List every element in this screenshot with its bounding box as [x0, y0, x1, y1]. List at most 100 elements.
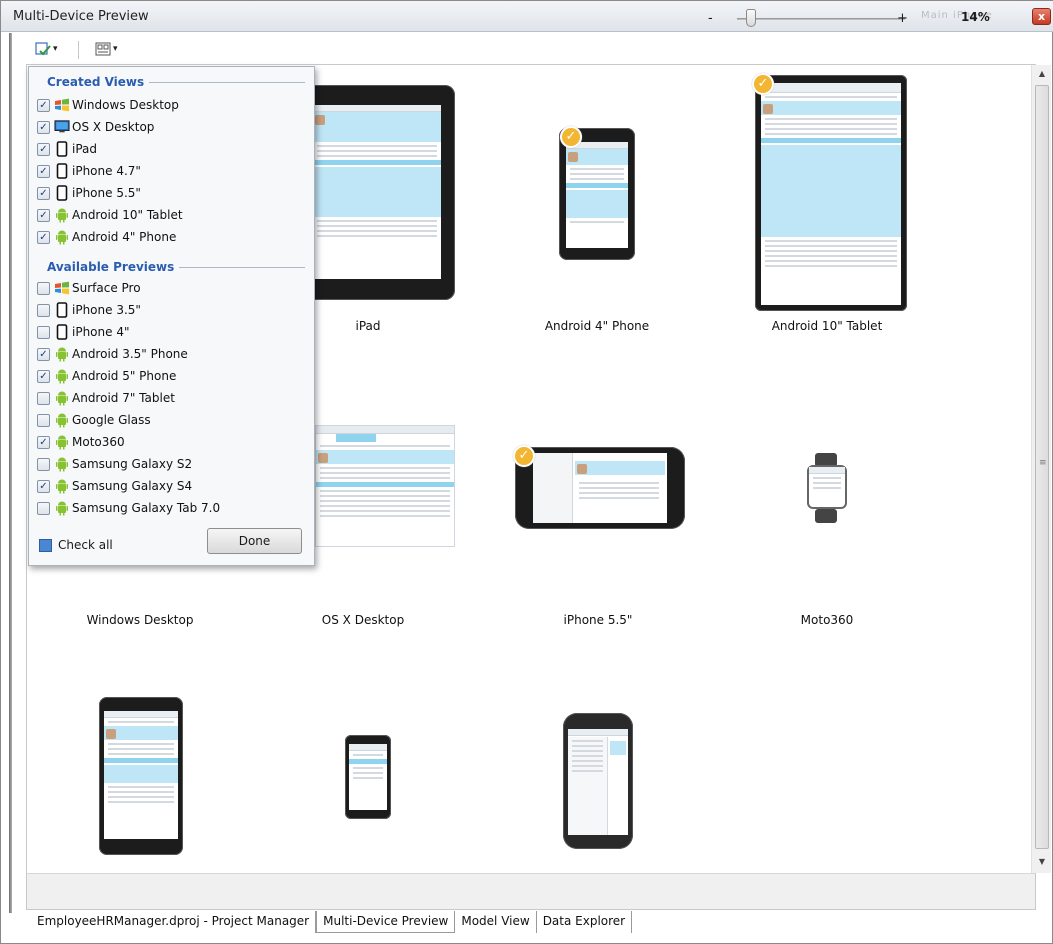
zoom-slider-thumb[interactable]: [746, 9, 757, 27]
android-icon: [54, 390, 70, 406]
zoom-bar: [27, 873, 1035, 909]
device-checkbox[interactable]: [37, 391, 50, 405]
preview-label-moto360: Moto360: [800, 613, 854, 627]
close-button[interactable]: x: [1032, 8, 1051, 25]
osx-desktop-device-preview[interactable]: [315, 425, 455, 547]
android-icon: [54, 478, 70, 494]
device-checkbox[interactable]: [37, 281, 50, 295]
available-preview-item[interactable]: ✓ Android 3.5" Phone: [37, 345, 188, 363]
moto360-device-preview[interactable]: [803, 453, 851, 525]
check-all-label: Check all: [58, 538, 113, 552]
device-checkbox[interactable]: ✓: [37, 142, 50, 156]
device-label: iPhone 3.5": [72, 303, 141, 317]
device-checkbox[interactable]: ✓: [37, 230, 50, 244]
scrollbar-thumb[interactable]: ≡: [1035, 85, 1049, 849]
device-label: iPhone 5.5": [72, 186, 141, 200]
device-checkbox[interactable]: ✓: [37, 164, 50, 178]
available-preview-item[interactable]: Surface Pro: [37, 279, 141, 297]
device-label: Samsung Galaxy Tab 7.0: [72, 501, 221, 515]
zoom-in-button[interactable]: +: [897, 11, 908, 26]
toolbar-separator: [78, 41, 79, 59]
ipad-device-preview[interactable]: [297, 85, 455, 300]
preview-label-windows-desktop: Windows Desktop: [86, 613, 194, 627]
views-selector-button[interactable]: ▾: [35, 38, 58, 60]
tab-data-explorer[interactable]: Data Explorer: [537, 911, 633, 933]
title-bar: Multi-Device Preview Main iPhone x: [1, 1, 1053, 32]
bottom-tab-strip: EmployeeHRManager.dproj - Project Manage…: [31, 911, 633, 933]
toolbar: ▾ ▾: [29, 34, 1039, 64]
created-view-item[interactable]: ✓ iPad: [37, 140, 97, 158]
created-view-item[interactable]: ✓ Windows Desktop: [37, 96, 179, 114]
device-label: OS X Desktop: [72, 120, 155, 134]
left-frame-rule: [9, 33, 12, 913]
available-preview-item[interactable]: ✓ Moto360: [37, 433, 125, 451]
views-check-icon: [35, 42, 51, 56]
device-checkbox[interactable]: ✓: [37, 435, 50, 449]
device-checkbox[interactable]: [37, 501, 50, 515]
available-preview-item[interactable]: ✓ Samsung Galaxy S4: [37, 477, 192, 495]
layout-selector-button[interactable]: ▾: [95, 38, 118, 60]
tab-project-manager[interactable]: EmployeeHRManager.dproj - Project Manage…: [31, 911, 317, 933]
tab-model-view[interactable]: Model View: [455, 911, 537, 933]
tab-multi-device-preview[interactable]: Multi-Device Preview: [316, 911, 456, 933]
preview-label-osx-desktop: OS X Desktop: [321, 613, 405, 627]
phone-outline-icon: [54, 163, 70, 179]
device-label: Moto360: [72, 435, 125, 449]
iphone-5-5-device-preview[interactable]: [515, 447, 685, 529]
vertical-scrollbar[interactable]: ▲ ≡ ▼: [1031, 65, 1051, 873]
done-button[interactable]: Done: [207, 528, 302, 554]
preview-label-ipad: iPad: [355, 319, 381, 333]
available-preview-item[interactable]: Samsung Galaxy S2: [37, 455, 192, 473]
created-view-item[interactable]: ✓ iPhone 5.5": [37, 184, 141, 202]
android-tablet-preview-2[interactable]: [99, 697, 183, 855]
selected-check-badge: ✓: [513, 445, 535, 467]
scroll-down-icon[interactable]: ▼: [1032, 853, 1052, 871]
device-checkbox[interactable]: ✓: [37, 186, 50, 200]
chevron-down-icon: ▾: [53, 44, 58, 54]
device-checkbox[interactable]: [37, 413, 50, 427]
zoom-out-button[interactable]: -: [708, 11, 713, 26]
available-preview-item[interactable]: ✓ Android 5" Phone: [37, 367, 176, 385]
scroll-up-icon[interactable]: ▲: [1032, 65, 1052, 83]
phone-outline-icon: [54, 302, 70, 318]
chevron-down-icon: ▾: [113, 44, 118, 54]
preview-label-iphone-5-5: iPhone 5.5": [563, 613, 633, 627]
created-view-item[interactable]: ✓ Android 4" Phone: [37, 228, 176, 246]
device-checkbox[interactable]: ✓: [37, 208, 50, 222]
created-view-item[interactable]: ✓ OS X Desktop: [37, 118, 154, 136]
windows-icon: [54, 280, 70, 296]
selected-check-badge: ✓: [752, 73, 774, 95]
preview-label-android-10-tablet: Android 10" Tablet: [771, 319, 883, 333]
android-phone-preview-small[interactable]: [345, 735, 391, 819]
check-all-option[interactable]: Check all: [39, 538, 113, 552]
available-preview-item[interactable]: Samsung Galaxy Tab 7.0: [37, 499, 220, 517]
device-checkbox[interactable]: [37, 457, 50, 471]
divider: [149, 82, 305, 83]
device-checkbox[interactable]: ✓: [37, 98, 50, 112]
device-label: Android 4" Phone: [72, 230, 177, 244]
device-label: iPhone 4.7": [72, 164, 141, 178]
device-label: iPhone 4": [72, 325, 130, 339]
available-preview-item[interactable]: Google Glass: [37, 411, 151, 429]
selected-check-badge: ✓: [560, 126, 582, 148]
check-all-checkbox[interactable]: [39, 538, 52, 552]
zoom-slider-track[interactable]: [737, 18, 905, 20]
close-icon: x: [1037, 10, 1046, 23]
device-checkbox[interactable]: [37, 325, 50, 339]
device-checkbox[interactable]: [37, 303, 50, 317]
available-preview-item[interactable]: iPhone 3.5": [37, 301, 141, 319]
created-view-item[interactable]: ✓ iPhone 4.7": [37, 162, 141, 180]
samsung-galaxy-s4-preview[interactable]: [563, 713, 633, 849]
device-label: Google Glass: [72, 413, 151, 427]
created-views-header: Created Views: [47, 75, 145, 89]
device-label: Android 10" Tablet: [72, 208, 183, 222]
device-checkbox[interactable]: ✓: [37, 479, 50, 493]
device-checkbox[interactable]: ✓: [37, 120, 50, 134]
device-label: Android 5" Phone: [72, 369, 177, 383]
android-10-tablet-device-preview[interactable]: [755, 75, 907, 311]
available-preview-item[interactable]: Android 7" Tablet: [37, 389, 175, 407]
created-view-item[interactable]: ✓ Android 10" Tablet: [37, 206, 183, 224]
available-preview-item[interactable]: iPhone 4": [37, 323, 129, 341]
device-checkbox[interactable]: ✓: [37, 369, 50, 383]
device-checkbox[interactable]: ✓: [37, 347, 50, 361]
